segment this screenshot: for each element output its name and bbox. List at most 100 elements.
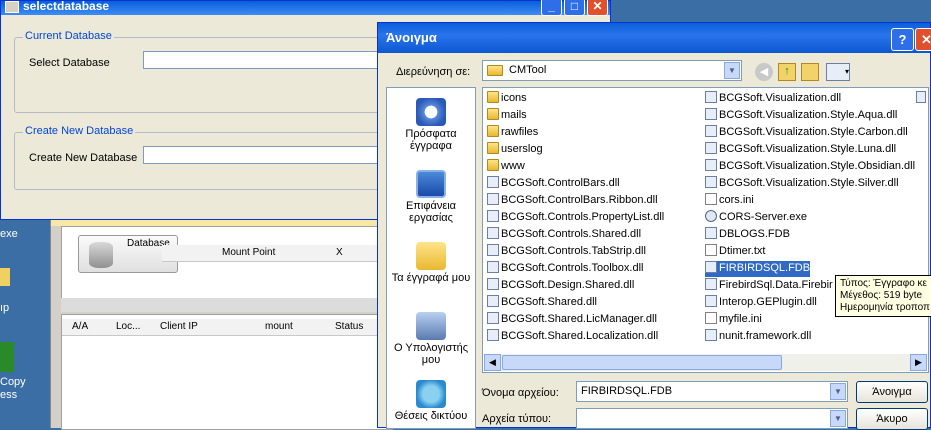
column-x[interactable]: X <box>336 247 343 258</box>
place-label: Πρόσφατα έγγραφα <box>405 128 457 152</box>
file-item[interactable]: nunit.framework.dll <box>705 329 811 345</box>
server-app-window: Database Mount Point X A/A Loc... Client… <box>50 218 393 430</box>
horizontal-scrollbar[interactable]: ◀ ▶ <box>484 354 927 371</box>
file-name: BCGSoft.Visualization.Style.Aqua.dll <box>719 109 898 121</box>
place-recent[interactable]: Πρόσφατα έγγραφα <box>387 98 475 152</box>
file-item[interactable]: cors.ini <box>705 193 754 209</box>
place-label: Ο Υπολογιστής μου <box>393 342 469 366</box>
maximize-button[interactable]: □ <box>564 0 585 16</box>
file-name: mails <box>501 109 527 121</box>
file-item[interactable]: BCGSoft.Shared.dll <box>487 295 597 311</box>
view-menu-icon[interactable]: ▾ <box>826 63 850 81</box>
file-item[interactable]: Interop.GEPlugin.dll <box>705 295 817 311</box>
file-name: BCGSoft.Visualization.Style.Silver.dll <box>719 177 899 189</box>
file-item-selected[interactable]: FIRBIRDSQL.FDB <box>705 261 811 277</box>
file-icon <box>705 176 717 188</box>
file-name: cors.ini <box>719 194 754 206</box>
file-item[interactable]: userslog <box>487 142 543 158</box>
column-mount[interactable]: mount <box>265 321 293 332</box>
file-item[interactable]: FirebirdSql.Data.Firebir <box>705 278 833 294</box>
tooltip-type: Τύπος: Έγγραφο κε <box>840 278 927 289</box>
file-item[interactable]: DBLOGS.FDB <box>705 227 790 243</box>
up-folder-icon[interactable]: ↑ <box>778 63 796 81</box>
file-icon <box>487 295 499 307</box>
column-mount-point[interactable]: Mount Point <box>222 247 275 258</box>
close-button[interactable]: ✕ <box>587 0 608 16</box>
back-icon[interactable]: ◀ <box>755 63 773 81</box>
desktop-shortcut-icon[interactable] <box>0 342 14 372</box>
scroll-left-button[interactable]: ◀ <box>484 354 501 371</box>
dialog-titlebar[interactable]: Άνοιγμα ? ✕ <box>378 23 931 53</box>
file-item[interactable]: BCGSoft.Visualization.Style.Silver.dll <box>705 176 899 192</box>
file-item[interactable]: BCGSoft.Shared.Localization.dll <box>487 329 658 345</box>
open-file-dialog: Άνοιγμα ? ✕ Διερεύνηση σε: CMTool ▼ ◀ ↑ … <box>377 22 931 430</box>
scroll-thumb[interactable] <box>502 355 782 370</box>
cancel-button[interactable]: Άκυρο <box>856 408 928 430</box>
scroll-right-button[interactable]: ▶ <box>910 354 927 371</box>
file-name: Interop.GEPlugin.dll <box>719 296 817 308</box>
file-item[interactable]: BCGSoft.ControlBars.dll <box>487 176 620 192</box>
file-name: nunit.framework.dll <box>719 330 812 342</box>
file-item[interactable]: BCGSoft.Visualization.Style.Aqua.dll <box>705 108 897 124</box>
lookin-label: Διερεύνηση σε: <box>396 66 471 78</box>
my-documents-icon <box>416 242 446 270</box>
place-network[interactable]: Θέσεις δικτύου <box>387 380 475 422</box>
file-item[interactable]: BCGSoft.ControlBars.Ribbon.dll <box>487 193 658 209</box>
file-list: icons mails rawfiles userslog www BCGSoft.Con… <box>482 87 931 373</box>
file-name: myfile.ini <box>719 313 762 325</box>
file-icon <box>705 295 717 307</box>
file-name: BCGSoft.Shared.dll <box>501 296 597 308</box>
place-my-computer[interactable]: Ο Υπολογιστής μου <box>387 312 475 366</box>
chevron-down-icon[interactable]: ▼ <box>830 410 846 427</box>
selectdatabase-titlebar[interactable]: selectdatabase _ □ ✕ <box>1 0 610 16</box>
lookin-combo[interactable]: CMTool ▼ <box>482 60 742 81</box>
file-item[interactable]: BCGSoft.Controls.Shared.dll <box>487 227 641 243</box>
file-item[interactable]: BCGSoft.Controls.TabStrip.dll <box>487 244 646 260</box>
file-item[interactable]: BCGSoft.Controls.PropertyList.dll <box>487 210 664 226</box>
file-item[interactable]: Dtimer.txt <box>705 244 765 260</box>
chevron-down-icon[interactable]: ▼ <box>830 383 846 400</box>
open-button[interactable]: Άνοιγμα <box>856 381 928 403</box>
column-aa[interactable]: A/A <box>72 321 88 332</box>
chevron-down-icon[interactable]: ▼ <box>724 62 740 79</box>
create-database-label: Create New Database <box>29 152 138 164</box>
filetype-label: Αρχεία τύπου: <box>482 413 552 425</box>
place-my-documents[interactable]: Τα έγγραφά μου <box>387 242 475 284</box>
create-database-legend: Create New Database <box>23 125 136 137</box>
file-name: rawfiles <box>501 126 539 138</box>
create-database-input[interactable] <box>143 146 395 164</box>
help-button[interactable]: ? <box>891 28 914 51</box>
file-item[interactable]: BCGSoft.Visualization.Style.Luna.dll <box>705 142 896 158</box>
new-folder-icon[interactable] <box>801 63 819 81</box>
minimize-button[interactable]: _ <box>541 0 562 16</box>
file-item[interactable]: BCGSoft.Visualization.Style.Carbon.dll <box>705 125 908 141</box>
desktop-shortcut-icon[interactable] <box>0 268 10 286</box>
column-status[interactable]: Status <box>335 321 363 332</box>
places-bar: Πρόσφατα έγγραφα Επιφάνεια εργασίας Τα έ… <box>386 87 476 429</box>
file-name: BCGSoft.Visualization.dll <box>719 92 842 104</box>
file-item[interactable]: BCGSoft.Shared.LicManager.dll <box>487 312 657 328</box>
select-database-input[interactable] <box>143 51 395 69</box>
file-item[interactable]: BCGSoft.Visualization.dll <box>705 91 841 107</box>
column-client-ip[interactable]: Client IP <box>160 321 198 332</box>
dialog-close-button[interactable]: ✕ <box>915 28 931 51</box>
file-icon <box>487 312 499 324</box>
file-name: BCGSoft.Visualization.Style.Carbon.dll <box>719 126 908 138</box>
splitter[interactable] <box>61 298 391 312</box>
place-desktop[interactable]: Επιφάνεια εργασίας <box>387 170 475 224</box>
file-item[interactable]: myfile.ini <box>705 312 762 328</box>
file-item[interactable]: rawfiles <box>487 125 538 141</box>
file-item[interactable]: mails <box>487 108 527 124</box>
file-name: BCGSoft.Controls.Toolbox.dll <box>501 262 644 274</box>
file-item[interactable]: BCGSoft.Controls.Toolbox.dll <box>487 261 643 277</box>
file-item[interactable]: BCGSoft.Design.Shared.dll <box>487 278 634 294</box>
column-loc[interactable]: Loc... <box>116 321 140 332</box>
file-name: BCGSoft.Controls.Shared.dll <box>501 228 642 240</box>
filename-combo[interactable]: FIRBIRDSQL.FDB ▼ <box>576 381 848 402</box>
filetype-combo[interactable]: ▼ <box>576 408 848 429</box>
file-item[interactable]: BCGSoft.Visualization.Style.Obsidian.dll <box>705 159 915 175</box>
file-item[interactable]: CORS-Server.exe <box>705 210 807 226</box>
file-item[interactable]: www <box>487 159 525 175</box>
file-item[interactable]: icons <box>487 91 527 107</box>
filename-value: FIRBIRDSQL.FDB <box>581 385 673 397</box>
